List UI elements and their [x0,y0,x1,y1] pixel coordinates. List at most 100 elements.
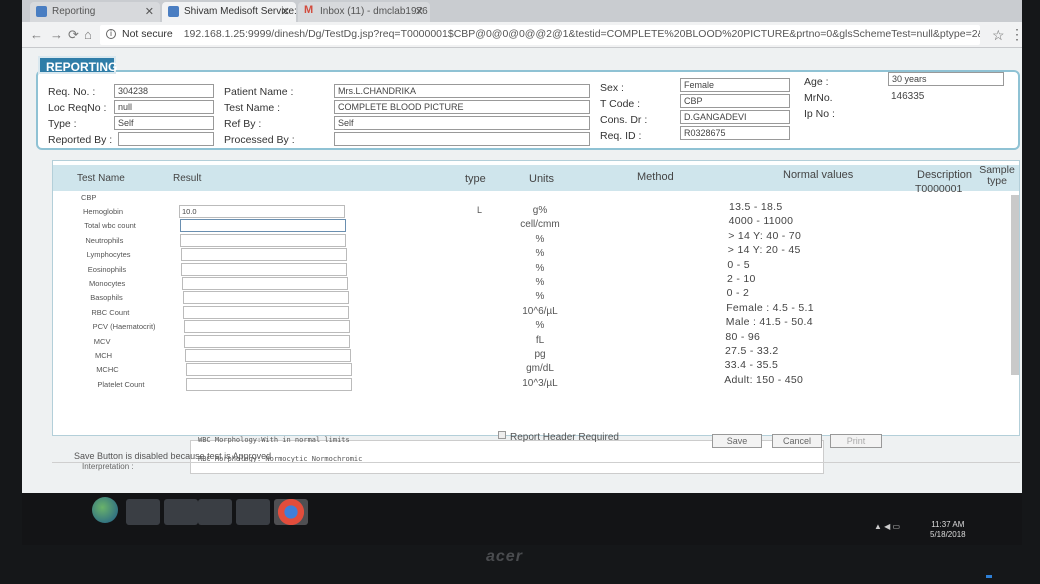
tab-label: Reporting [52,6,96,17]
test-name: Platelet Count [97,379,145,389]
req-no-field[interactable]: 304238 [114,84,214,98]
req-no-label: Req. No. : [48,86,96,98]
cons-dr-field[interactable]: D.GANGADEVI [680,110,790,124]
reload-icon[interactable]: ⟳ [68,27,79,43]
screen: Reporting ✕ Shivam Medisoft Service: ✕ M… [22,0,1022,545]
result-input[interactable] [185,349,351,362]
monitor-brand-logo: acer [486,548,523,565]
col-test-name: Test Name [77,173,125,184]
taskbar-app-icon[interactable] [164,499,198,525]
result-input[interactable] [180,248,347,262]
report-header-checkbox[interactable] [498,431,506,439]
cons-dr-label: Cons. Dr : [600,114,648,126]
patient-header-panel: Req. No. : 304238 Loc ReqNo : null Type … [36,70,1020,150]
unit: % [535,248,545,260]
normal-value: 13.5 - 18.5 [729,201,783,213]
result-input[interactable] [183,320,350,334]
type-label: Type : [48,118,77,130]
result-input[interactable] [186,377,353,391]
patient-name-label: Patient Name : [224,86,294,98]
firefox-icon[interactable] [236,499,270,525]
save-button[interactable]: Save [712,434,762,448]
bookmark-star-icon[interactable]: ☆ [992,27,1005,44]
test-name: Neutrophils [85,235,124,245]
unit: fL [535,334,545,346]
test-name-field[interactable]: COMPLETE BLOOD PICTURE [334,100,590,114]
description-value: T0000001 [915,183,963,195]
cancel-button[interactable]: Cancel [772,434,822,448]
result-input[interactable]: 10.0 [179,205,345,218]
col-units: Units [529,173,555,185]
result-input[interactable] [183,305,350,319]
normal-value: Adult: 150 - 450 [724,373,804,386]
result-input[interactable] [184,334,351,348]
security-label: Not secure [122,28,173,40]
unit: g% [532,205,548,216]
tab-label: Shivam Medisoft Service: [184,6,296,17]
start-button-icon[interactable] [92,497,118,523]
req-id-field[interactable]: R0328675 [680,126,790,140]
print-button[interactable]: Print [830,434,882,448]
reported-by-label: Reported By : [48,134,113,146]
forward-icon[interactable]: → [50,27,63,42]
results-panel: Test Name Result type Units Method Norma… [52,160,1020,436]
browser-tab-strip: Reporting ✕ Shivam Medisoft Service: ✕ M… [22,0,1022,22]
result-input[interactable] [179,219,346,233]
file-explorer-icon[interactable] [126,499,160,525]
ip-no-label: Ip No : [804,108,835,120]
media-player-icon[interactable] [198,499,232,525]
tab-favicon-icon [36,6,47,17]
tab-close-icon[interactable]: ✕ [145,5,154,18]
normal-value: > 14 Y: 40 - 70 [728,229,802,242]
home-icon[interactable]: ⌂ [84,27,92,42]
reported-by-field[interactable] [118,132,214,146]
mrno-value: 146335 [888,90,1004,104]
loc-reqno-field[interactable]: null [114,100,214,114]
result-input[interactable] [185,363,352,377]
unit: % [535,233,545,245]
ref-by-field[interactable]: Self [334,116,590,130]
result-input[interactable] [181,262,348,276]
normal-value: > 14 Y: 20 - 45 [727,244,801,257]
type-field[interactable]: Self [114,116,214,130]
monitor: Reporting ✕ Shivam Medisoft Service: ✕ M… [0,0,1040,584]
test-name: Monocytes [89,279,126,288]
test-name: Basophils [90,293,123,303]
test-name-label: Test Name : [224,102,281,114]
result-input[interactable] [180,233,347,247]
tab-close-icon[interactable]: ✕ [281,5,290,18]
result-input[interactable] [182,277,348,290]
result-input[interactable] [182,291,349,305]
system-tray-icons[interactable]: ▲ ◀ ▭ [874,522,900,531]
test-name: Eosinophils [87,264,127,274]
browser-menu-icon[interactable]: ⋮ [1010,26,1022,43]
tab-close-icon[interactable]: ✕ [415,5,424,18]
col-description: Description [917,169,973,181]
patient-name-field[interactable]: Mrs.L.CHANDRIKA [334,84,590,98]
back-icon[interactable]: ← [30,27,43,42]
clock-time: 11:37 AM [931,520,965,529]
taskbar-clock[interactable]: 11:37 AM 5/18/2018 [930,520,966,540]
age-field[interactable]: 30 years [888,72,1004,86]
unit: 10^6/µL [522,305,558,317]
sex-field[interactable]: Female [680,78,790,92]
wbc-morphology: WBC Morphology:With in normal limits [198,436,350,444]
address-bar[interactable]: i Not secure 192.168.1.25:9999/dinesh/Dg… [100,25,980,45]
clock-date: 5/18/2018 [930,530,966,539]
results-scrollbar[interactable] [1011,195,1019,375]
tab-inbox[interactable]: M Inbox (11) - dmclab1976 ✕ [298,2,430,22]
processed-by-field[interactable] [334,132,590,146]
sex-label: Sex : [600,82,624,94]
normal-value: 0 - 5 [727,258,750,271]
ref-by-label: Ref By : [224,118,262,130]
tab-shivam-medisoft[interactable]: Shivam Medisoft Service: ✕ [162,2,296,22]
url-text: 192.168.1.25:9999/dinesh/Dg/TestDg.jsp?r… [183,28,980,40]
unit: % [535,277,545,288]
test-name: MCV [93,336,111,346]
age-label: Age : [804,76,829,88]
tab-reporting[interactable]: Reporting ✕ [30,2,160,22]
t-code-field[interactable]: CBP [680,94,790,108]
normal-value: Male : 41.5 - 50.4 [725,316,813,329]
info-icon[interactable]: i [106,29,116,39]
chrome-icon[interactable] [274,499,308,525]
